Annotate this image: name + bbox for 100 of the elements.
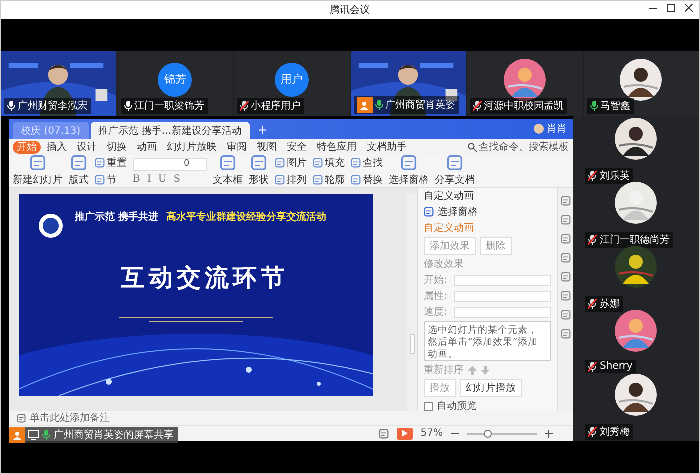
slideshow-button[interactable]: 幻灯片播放 bbox=[460, 379, 522, 397]
participant-name: 江门一职梁锦芳 bbox=[134, 100, 204, 113]
tool-icon bbox=[275, 158, 285, 168]
layout-icon bbox=[378, 428, 389, 438]
tool-icon bbox=[313, 158, 323, 168]
tool-icon bbox=[251, 155, 267, 171]
toolbar-button[interactable]: 填充 bbox=[313, 156, 345, 170]
participant-name: 广州财贸李泓宏 bbox=[18, 100, 88, 113]
maximize-icon[interactable] bbox=[667, 4, 675, 12]
reorder-label: 重新排序 bbox=[424, 364, 464, 377]
tool-icon bbox=[313, 174, 323, 184]
play-icon bbox=[402, 430, 408, 437]
panel-title: 自定义动画 bbox=[424, 190, 475, 203]
tool-icon bbox=[560, 291, 570, 301]
toolbar-button[interactable]: 版式 bbox=[69, 155, 89, 187]
search-icon bbox=[468, 142, 477, 152]
menu-tab[interactable]: 特色应用 bbox=[313, 140, 361, 154]
zoom-in-icon[interactable] bbox=[545, 430, 553, 438]
tool-icon bbox=[560, 234, 570, 244]
tool-icon bbox=[560, 329, 570, 339]
mic-icon bbox=[42, 430, 51, 440]
tool-icon bbox=[95, 158, 105, 168]
menu-tab[interactable]: 审阅 bbox=[223, 140, 251, 154]
tool-icon bbox=[351, 174, 361, 184]
window-title: 腾讯会议 bbox=[330, 4, 370, 17]
document-tab[interactable]: 推广示范 携手…新建设分享活动 bbox=[90, 122, 250, 139]
menu-tab[interactable]: 插入 bbox=[43, 140, 71, 154]
toolbar-button[interactable]: 替换 bbox=[351, 172, 383, 186]
screen-icon bbox=[28, 430, 39, 440]
participant-tile[interactable]: 马智鑫 bbox=[584, 51, 699, 116]
tool-icon bbox=[560, 272, 570, 282]
participant-name: Sherry bbox=[600, 361, 633, 372]
format-button[interactable]: S bbox=[174, 174, 181, 184]
note-icon bbox=[17, 414, 26, 422]
format-button[interactable]: I bbox=[147, 174, 152, 184]
participant-name: 马智鑫 bbox=[600, 100, 630, 113]
field-label: 速度: bbox=[424, 306, 448, 319]
tool-icon bbox=[560, 215, 570, 225]
slide-heading: 推广示范 携手共进 bbox=[75, 210, 158, 224]
menu-tab[interactable]: 视图 bbox=[253, 140, 281, 154]
participant-name: 广州商贸肖英姿 bbox=[386, 98, 456, 112]
toolbar-button[interactable]: 新建幻灯片 bbox=[13, 155, 63, 187]
toolbar-button[interactable]: 查找 bbox=[351, 156, 383, 170]
format-button[interactable]: B bbox=[133, 174, 140, 184]
toolbar-button[interactable]: 排列 bbox=[275, 172, 307, 186]
zoom-level: 57% bbox=[420, 428, 443, 439]
menu-tab[interactable]: 文档助手 bbox=[363, 140, 411, 154]
tool-icon bbox=[560, 253, 570, 263]
slider-thumb[interactable] bbox=[484, 430, 492, 438]
avatar-initials: 锦芳 bbox=[158, 62, 192, 96]
participant-tile[interactable]: 广州商贸肖英姿 bbox=[350, 51, 466, 116]
toolbar-button[interactable]: 形状 bbox=[249, 155, 269, 187]
close-icon[interactable] bbox=[685, 4, 693, 12]
dropdown-field[interactable] bbox=[454, 306, 551, 318]
toolbar-button[interactable]: 节 bbox=[95, 172, 127, 186]
user-name: 肖肖 bbox=[547, 122, 567, 136]
toolbar-button[interactable]: 选择窗格 bbox=[389, 155, 429, 187]
field-label: 属性: bbox=[424, 290, 448, 303]
participant-name: 刘秀梅 bbox=[600, 426, 630, 439]
font-size-field[interactable]: 0 bbox=[133, 158, 207, 170]
toolbar-button[interactable]: 轮廓 bbox=[313, 172, 345, 186]
toolbar-button[interactable]: 图片 bbox=[275, 156, 307, 170]
participant-tile[interactable]: 河源中职校园孟凯 bbox=[467, 51, 582, 116]
menu-tab[interactable]: 动画 bbox=[133, 140, 161, 154]
section-title: 自定义动画 bbox=[424, 222, 475, 235]
notes-placeholder[interactable]: 单击此处添加备注 bbox=[30, 411, 110, 425]
toolbar-button[interactable]: 文本框 bbox=[213, 155, 243, 187]
share-label: 广州商贸肖英姿的屏幕共享 bbox=[54, 428, 174, 442]
dropdown-field[interactable] bbox=[454, 274, 551, 286]
select-pane-link[interactable]: 选择窗格 bbox=[438, 205, 478, 219]
participant-tile[interactable]: 广州财贸李泓宏 bbox=[1, 51, 116, 116]
new-tab-button[interactable]: + bbox=[252, 123, 274, 139]
slideshow-play-button[interactable] bbox=[396, 428, 413, 440]
checkbox[interactable] bbox=[424, 402, 433, 410]
field-label: 开始: bbox=[424, 274, 448, 287]
menu-tab[interactable]: 切换 bbox=[103, 140, 131, 154]
tool-icon bbox=[447, 155, 463, 171]
slide-subheading: 高水平专业群建设经验分享交流活动 bbox=[166, 210, 326, 224]
menu-tab[interactable]: 幻灯片放映 bbox=[163, 140, 221, 154]
tool-icon bbox=[71, 155, 87, 171]
tool-icon bbox=[401, 155, 417, 171]
dropdown-field[interactable] bbox=[454, 290, 551, 302]
toolbar-button[interactable]: 重置 bbox=[95, 156, 127, 170]
tool-icon bbox=[275, 174, 285, 184]
tool-icon bbox=[560, 310, 570, 320]
search-field[interactable]: 查找命令、搜索模板 bbox=[479, 140, 569, 154]
avatar-icon bbox=[534, 124, 544, 134]
menu-tab[interactable]: 设计 bbox=[73, 140, 101, 154]
format-button[interactable]: U bbox=[158, 174, 167, 184]
participant-name: 河源中职校园孟凯 bbox=[484, 100, 564, 113]
menu-tab[interactable]: 安全 bbox=[283, 140, 311, 154]
selection-icon bbox=[424, 207, 434, 217]
checkbox-label: 自动预览 bbox=[437, 400, 477, 413]
participant-tile[interactable]: 用户 小程序用户 bbox=[234, 51, 350, 116]
hint-text: 选中幻灯片的某个元素，然后单击“添加效果”添加动画。 bbox=[424, 321, 551, 361]
participant-tile[interactable]: 锦芳 江门一职梁锦芳 bbox=[118, 51, 233, 116]
section-label: 修改效果 bbox=[424, 258, 465, 271]
participant-name: 江门一职德尚芳 bbox=[600, 234, 670, 247]
participant-name: 小程序用户 bbox=[251, 100, 301, 113]
toolbar-button[interactable]: 分享文档 bbox=[435, 155, 475, 187]
